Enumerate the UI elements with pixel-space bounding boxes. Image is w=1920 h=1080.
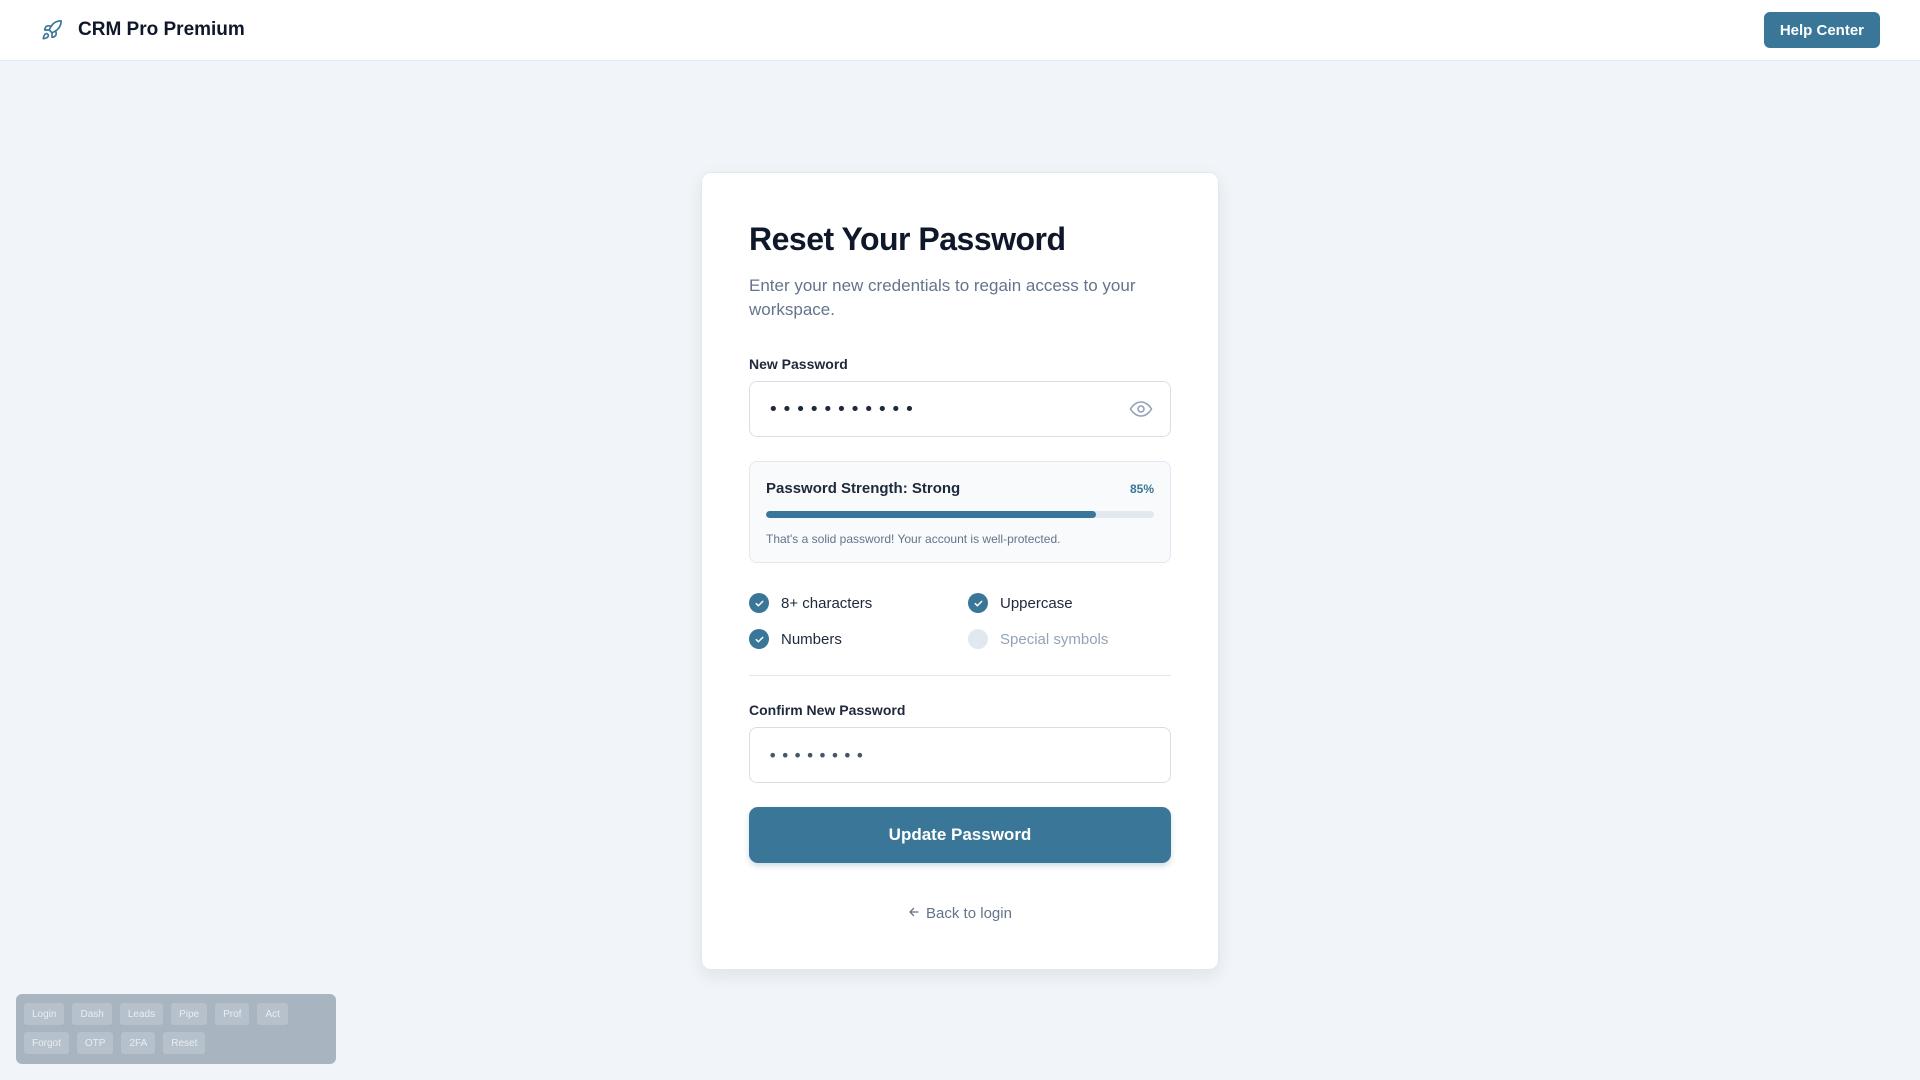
arrow-left-icon bbox=[908, 905, 920, 922]
strength-percent: 85% bbox=[1129, 481, 1154, 496]
dev-nav-prof[interactable]: Prof bbox=[215, 1003, 250, 1025]
new-password-value: ••••••••••• bbox=[768, 398, 918, 420]
top-navigation-bar: CRM Pro Premium Help Center bbox=[0, 0, 1920, 61]
dev-nav-pipe[interactable]: Pipe bbox=[171, 1003, 208, 1025]
strength-message: That's a solid password! Your account is… bbox=[766, 532, 1061, 546]
back-to-login-link[interactable]: Back to login bbox=[749, 905, 1171, 922]
password-requirements: 8+ characters Uppercase Numbers Special … bbox=[749, 593, 1171, 676]
requirement-item: Uppercase bbox=[968, 593, 1171, 613]
back-to-login-label: Back to login bbox=[926, 905, 1012, 922]
new-password-field[interactable]: ••••••••••• bbox=[749, 381, 1171, 437]
check-circle-icon bbox=[749, 629, 769, 649]
requirement-label: 8+ characters bbox=[781, 594, 873, 612]
requirement-label: Uppercase bbox=[1000, 594, 1073, 612]
dev-navigation-panel: Login Dash Leads Pipe Prof Act Forgot OT… bbox=[16, 994, 336, 1064]
dev-nav-2fa[interactable]: 2FA bbox=[121, 1032, 156, 1054]
new-password-label: New Password bbox=[749, 356, 848, 372]
dev-nav-login[interactable]: Login bbox=[24, 1003, 65, 1025]
confirm-password-label: Confirm New Password bbox=[749, 702, 906, 718]
brand[interactable]: CRM Pro Premium bbox=[40, 18, 245, 42]
check-circle-icon bbox=[968, 593, 988, 613]
dev-nav-forgot[interactable]: Forgot bbox=[24, 1032, 69, 1054]
dev-nav-act[interactable]: Act bbox=[257, 1003, 288, 1025]
confirm-password-value: •••••••• bbox=[768, 745, 868, 765]
strength-bar-track bbox=[766, 511, 1154, 518]
rocket-icon bbox=[40, 18, 64, 42]
confirm-password-field[interactable]: •••••••• bbox=[749, 727, 1171, 783]
strength-bar-fill bbox=[766, 511, 1096, 518]
dev-nav-otp[interactable]: OTP bbox=[76, 1032, 114, 1054]
dev-nav-dash[interactable]: Dash bbox=[72, 1003, 112, 1025]
strength-title: Password Strength: Strong bbox=[766, 480, 961, 497]
help-center-button[interactable]: Help Center bbox=[1763, 12, 1880, 48]
check-circle-icon bbox=[749, 593, 769, 613]
eye-icon[interactable] bbox=[1129, 397, 1153, 421]
requirement-item: Numbers bbox=[749, 629, 968, 649]
empty-circle-icon bbox=[968, 629, 988, 649]
dev-nav-reset[interactable]: Reset bbox=[163, 1032, 206, 1054]
requirement-label: Special symbols bbox=[1000, 630, 1109, 648]
dev-nav-leads[interactable]: Leads bbox=[119, 1003, 164, 1025]
requirement-item: 8+ characters bbox=[749, 593, 968, 613]
app-name: CRM Pro Premium bbox=[78, 19, 245, 40]
update-password-button[interactable]: Update Password bbox=[749, 807, 1171, 863]
password-strength-panel: Password Strength: Strong 85% That's a s… bbox=[749, 461, 1171, 563]
page-title: Reset Your Password bbox=[749, 221, 1066, 257]
requirement-item: Special symbols bbox=[968, 629, 1171, 649]
requirement-label: Numbers bbox=[781, 630, 842, 648]
reset-password-card: Reset Your Password Enter your new crede… bbox=[701, 172, 1219, 970]
page-subtitle: Enter your new credentials to regain acc… bbox=[749, 276, 1136, 319]
